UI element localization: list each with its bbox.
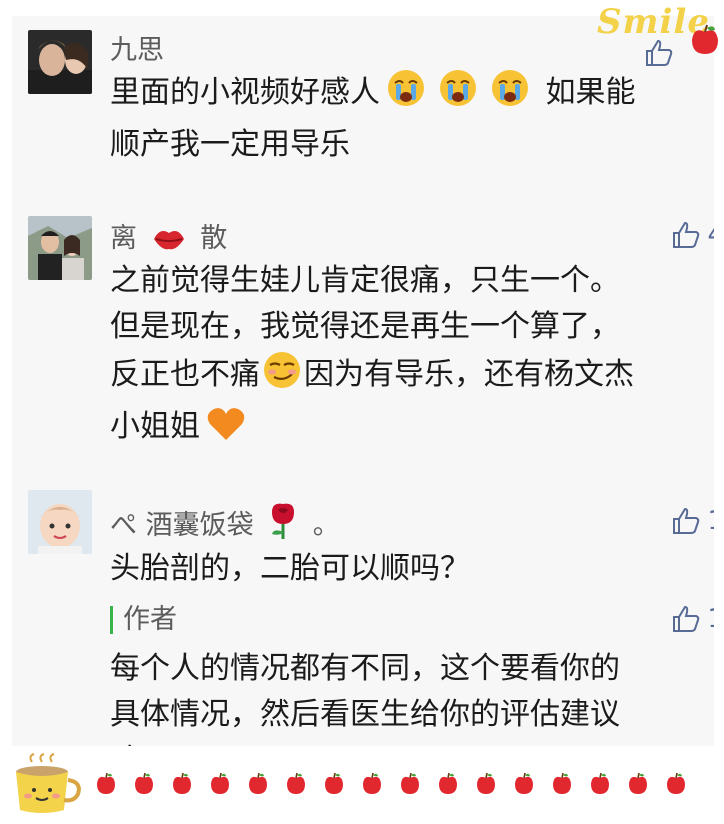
apple-icon bbox=[96, 772, 116, 800]
apple-icon bbox=[400, 772, 420, 800]
apple-icon bbox=[248, 772, 268, 800]
commenter-name[interactable]: 离 散 bbox=[110, 216, 227, 260]
kiss-lips-icon bbox=[152, 223, 186, 260]
apple-icon bbox=[514, 772, 534, 800]
thumbs-up-icon bbox=[646, 39, 673, 66]
apple-icon bbox=[362, 772, 382, 800]
commenter-name[interactable]: ぺ 酒囊饭袋 。 bbox=[110, 502, 340, 547]
apple-icon bbox=[210, 772, 230, 800]
apple-icon bbox=[286, 772, 306, 800]
apple-icon bbox=[172, 772, 192, 800]
comment-text: 之前觉得生娃儿肯定很痛，只生一个。 但是现在，我觉得还是再生一个算了， 反正也不… bbox=[110, 258, 700, 456]
thumbs-up-icon bbox=[673, 221, 700, 248]
apple-icon bbox=[438, 772, 458, 800]
like-count: 1 bbox=[707, 506, 714, 536]
avatar[interactable] bbox=[28, 490, 92, 554]
commenter-name[interactable]: 九思 bbox=[110, 28, 164, 67]
comment-text: 头胎剖的，二胎可以顺吗？ bbox=[110, 551, 470, 586]
apple-row bbox=[96, 772, 686, 800]
apple-icon bbox=[666, 772, 686, 800]
like-button[interactable]: 1 bbox=[671, 604, 714, 634]
like-button[interactable]: 4 bbox=[671, 220, 714, 250]
thumbs-up-icon bbox=[673, 605, 700, 632]
like-count: 1 bbox=[707, 604, 714, 634]
apple-icon bbox=[690, 24, 720, 60]
avatar[interactable] bbox=[28, 216, 92, 280]
coffee-cup-icon bbox=[6, 752, 82, 822]
crying-face-icon bbox=[490, 68, 530, 122]
crying-face-icon bbox=[386, 68, 426, 122]
like-button[interactable] bbox=[644, 38, 674, 68]
footer-decoration bbox=[0, 746, 724, 824]
avatar[interactable] bbox=[28, 30, 92, 94]
like-button[interactable]: 1 bbox=[671, 506, 714, 536]
apple-icon bbox=[134, 772, 154, 800]
author-reply-text: 每个人的情况都有不同，这个要看你的 具体情况，然后看医生给你的评估建议 哈 bbox=[110, 651, 620, 746]
like-count: 4 bbox=[707, 220, 714, 250]
smirk-face-icon bbox=[262, 350, 302, 404]
apple-icon bbox=[590, 772, 610, 800]
comments-panel: 九思 里面的小视频好感人 如果能 顺产我一定用导乐 离 散 之前觉得生娃儿肯定很… bbox=[12, 16, 714, 746]
thumbs-up-icon bbox=[673, 507, 700, 534]
apple-icon bbox=[476, 772, 496, 800]
author-reply-tag: 作者 bbox=[110, 606, 177, 634]
crying-face-icon bbox=[438, 68, 478, 122]
rose-icon bbox=[268, 502, 298, 547]
comment-text: 里面的小视频好感人 如果能 顺产我一定用导乐 bbox=[110, 68, 700, 168]
apple-icon bbox=[628, 772, 648, 800]
apple-icon bbox=[552, 772, 572, 800]
orange-heart-icon bbox=[206, 406, 246, 456]
apple-icon bbox=[324, 772, 344, 800]
